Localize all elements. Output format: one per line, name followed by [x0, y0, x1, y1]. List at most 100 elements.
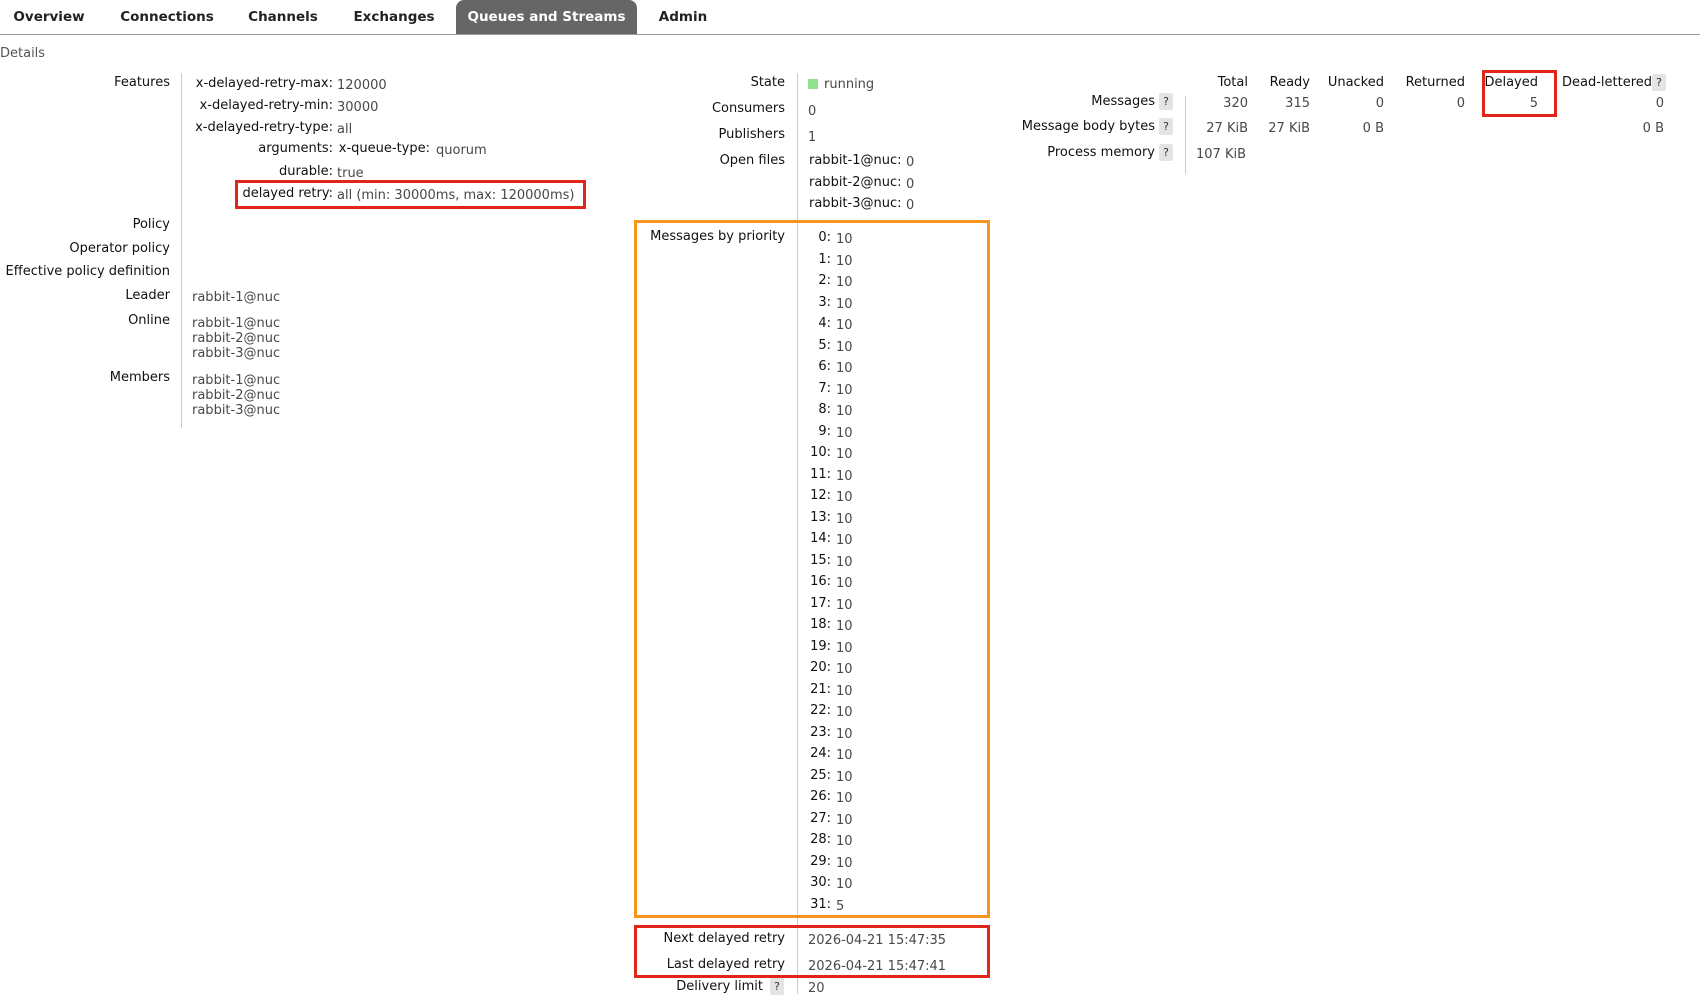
priority-value: 10 — [836, 404, 853, 419]
help-icon[interactable]: ? — [770, 978, 784, 995]
feature-value: true — [337, 166, 364, 181]
messages-returned: 0 — [1456, 96, 1465, 111]
priority-key: 13: — [810, 510, 831, 525]
priority-value: 10 — [836, 469, 853, 484]
priority-value: 10 — [836, 576, 853, 591]
column-header-ready: Ready — [1269, 75, 1310, 90]
state-indicator-icon — [808, 79, 818, 89]
priority-key: 2: — [818, 273, 831, 288]
priority-key: 26: — [810, 789, 831, 804]
priority-value: 10 — [836, 383, 853, 398]
feature-key: durable: — [278, 164, 333, 179]
priority-key: 31: — [810, 897, 831, 912]
priority-value: 10 — [836, 813, 853, 828]
priority-value: 10 — [836, 232, 853, 247]
member-node: rabbit-1@nuc — [192, 373, 281, 388]
tab-admin[interactable]: Admin — [650, 0, 716, 34]
tab-connections[interactable]: Connections — [107, 0, 227, 34]
priority-value: 10 — [836, 748, 853, 763]
messages-ready: 315 — [1285, 96, 1310, 111]
leader-value: rabbit-1@nuc — [192, 290, 281, 305]
column-header-unacked: Unacked — [1327, 75, 1384, 90]
member-node: rabbit-2@nuc — [192, 388, 281, 403]
column-header-total: Total — [1217, 75, 1248, 90]
help-icon[interactable]: ? — [1159, 118, 1173, 135]
priority-value: 10 — [836, 705, 853, 720]
tab-channels[interactable]: Channels — [240, 0, 326, 34]
tab-queues-and-streams[interactable]: Queues and Streams — [456, 0, 637, 34]
publishers-value: 1 — [808, 130, 817, 145]
member-node: rabbit-3@nuc — [192, 403, 281, 418]
priority-label: Messages by priority — [650, 229, 785, 244]
priority-value: 10 — [836, 770, 853, 785]
priority-key: 21: — [810, 682, 831, 697]
publishers-label: Publishers — [718, 127, 785, 142]
priority-value: 10 — [836, 619, 853, 634]
priority-key: 11: — [810, 467, 831, 482]
priority-key: 9: — [818, 424, 831, 439]
priority-value: 10 — [836, 447, 853, 462]
priority-key: 16: — [810, 574, 831, 589]
tab-exchanges[interactable]: Exchanges — [343, 0, 445, 34]
priority-value: 10 — [836, 598, 853, 613]
open-files-label: Open files — [719, 153, 785, 168]
body-bytes-ready: 27 KiB — [1268, 121, 1310, 136]
open-files-node: rabbit-1@nuc: — [809, 153, 902, 168]
body-bytes-label: Message body bytes — [1021, 119, 1155, 134]
priority-key: 5: — [818, 338, 831, 353]
priority-key: 25: — [810, 768, 831, 783]
feature-value: 120000 — [337, 78, 387, 93]
consumers-label: Consumers — [711, 101, 785, 116]
open-files-value: 0 — [906, 198, 915, 213]
process-memory-value: 107 KiB — [1196, 147, 1247, 162]
priority-key: 3: — [818, 295, 831, 310]
feature-key: arguments: — [258, 141, 333, 156]
priority-value: 10 — [836, 684, 853, 699]
leader-label: Leader — [125, 288, 170, 303]
tab-overview[interactable]: Overview — [0, 0, 98, 34]
column-header-returned: Returned — [1405, 75, 1465, 90]
feature-value: 30000 — [337, 100, 379, 115]
priority-value: 10 — [836, 426, 853, 441]
delivery-limit-label: Delivery limit — [676, 979, 763, 994]
help-icon[interactable]: ? — [1652, 74, 1666, 91]
priority-value: 10 — [836, 512, 853, 527]
priority-value: 10 — [836, 856, 853, 871]
feature-key: x-delayed-retry-min: — [199, 98, 333, 113]
priority-value: 10 — [836, 275, 853, 290]
help-icon[interactable]: ? — [1159, 144, 1173, 161]
priority-key: 1: — [818, 252, 831, 267]
nav-divider — [0, 34, 1700, 35]
priority-value: 10 — [836, 318, 853, 333]
priority-value: 10 — [836, 791, 853, 806]
policy-label: Policy — [132, 217, 170, 232]
help-icon[interactable]: ? — [1159, 93, 1173, 110]
priority-value: 10 — [836, 340, 853, 355]
open-files-node: rabbit-3@nuc: — [809, 196, 902, 211]
online-node: rabbit-3@nuc — [192, 346, 281, 361]
priority-value: 5 — [836, 899, 845, 914]
delayed-retry-highlight — [235, 180, 586, 209]
feature-key: x-delayed-retry-max: — [195, 76, 333, 91]
next-retry-value: 2026-04-21 15:47:35 — [808, 933, 947, 948]
priority-key: 12: — [810, 488, 831, 503]
priority-value: 10 — [836, 490, 853, 505]
priority-key: 28: — [810, 832, 831, 847]
online-label: Online — [128, 313, 170, 328]
state-value: running — [824, 77, 875, 92]
messages-total: 320 — [1223, 96, 1248, 111]
priority-key: 0: — [818, 230, 831, 245]
messages-unacked: 0 — [1375, 96, 1384, 111]
messages-label: Messages — [1091, 94, 1155, 109]
body-bytes-total: 27 KiB — [1206, 121, 1248, 136]
messages-dead-lettered: 0 — [1655, 96, 1664, 111]
members-label: Members — [109, 370, 170, 385]
priority-value: 10 — [836, 533, 853, 548]
priority-value: 10 — [836, 297, 853, 312]
priority-key: 27: — [810, 811, 831, 826]
priority-value: 10 — [836, 555, 853, 570]
priority-value: 10 — [836, 727, 853, 742]
online-node: rabbit-1@nuc — [192, 316, 281, 331]
priority-key: 24: — [810, 746, 831, 761]
priority-key: 10: — [810, 445, 831, 460]
